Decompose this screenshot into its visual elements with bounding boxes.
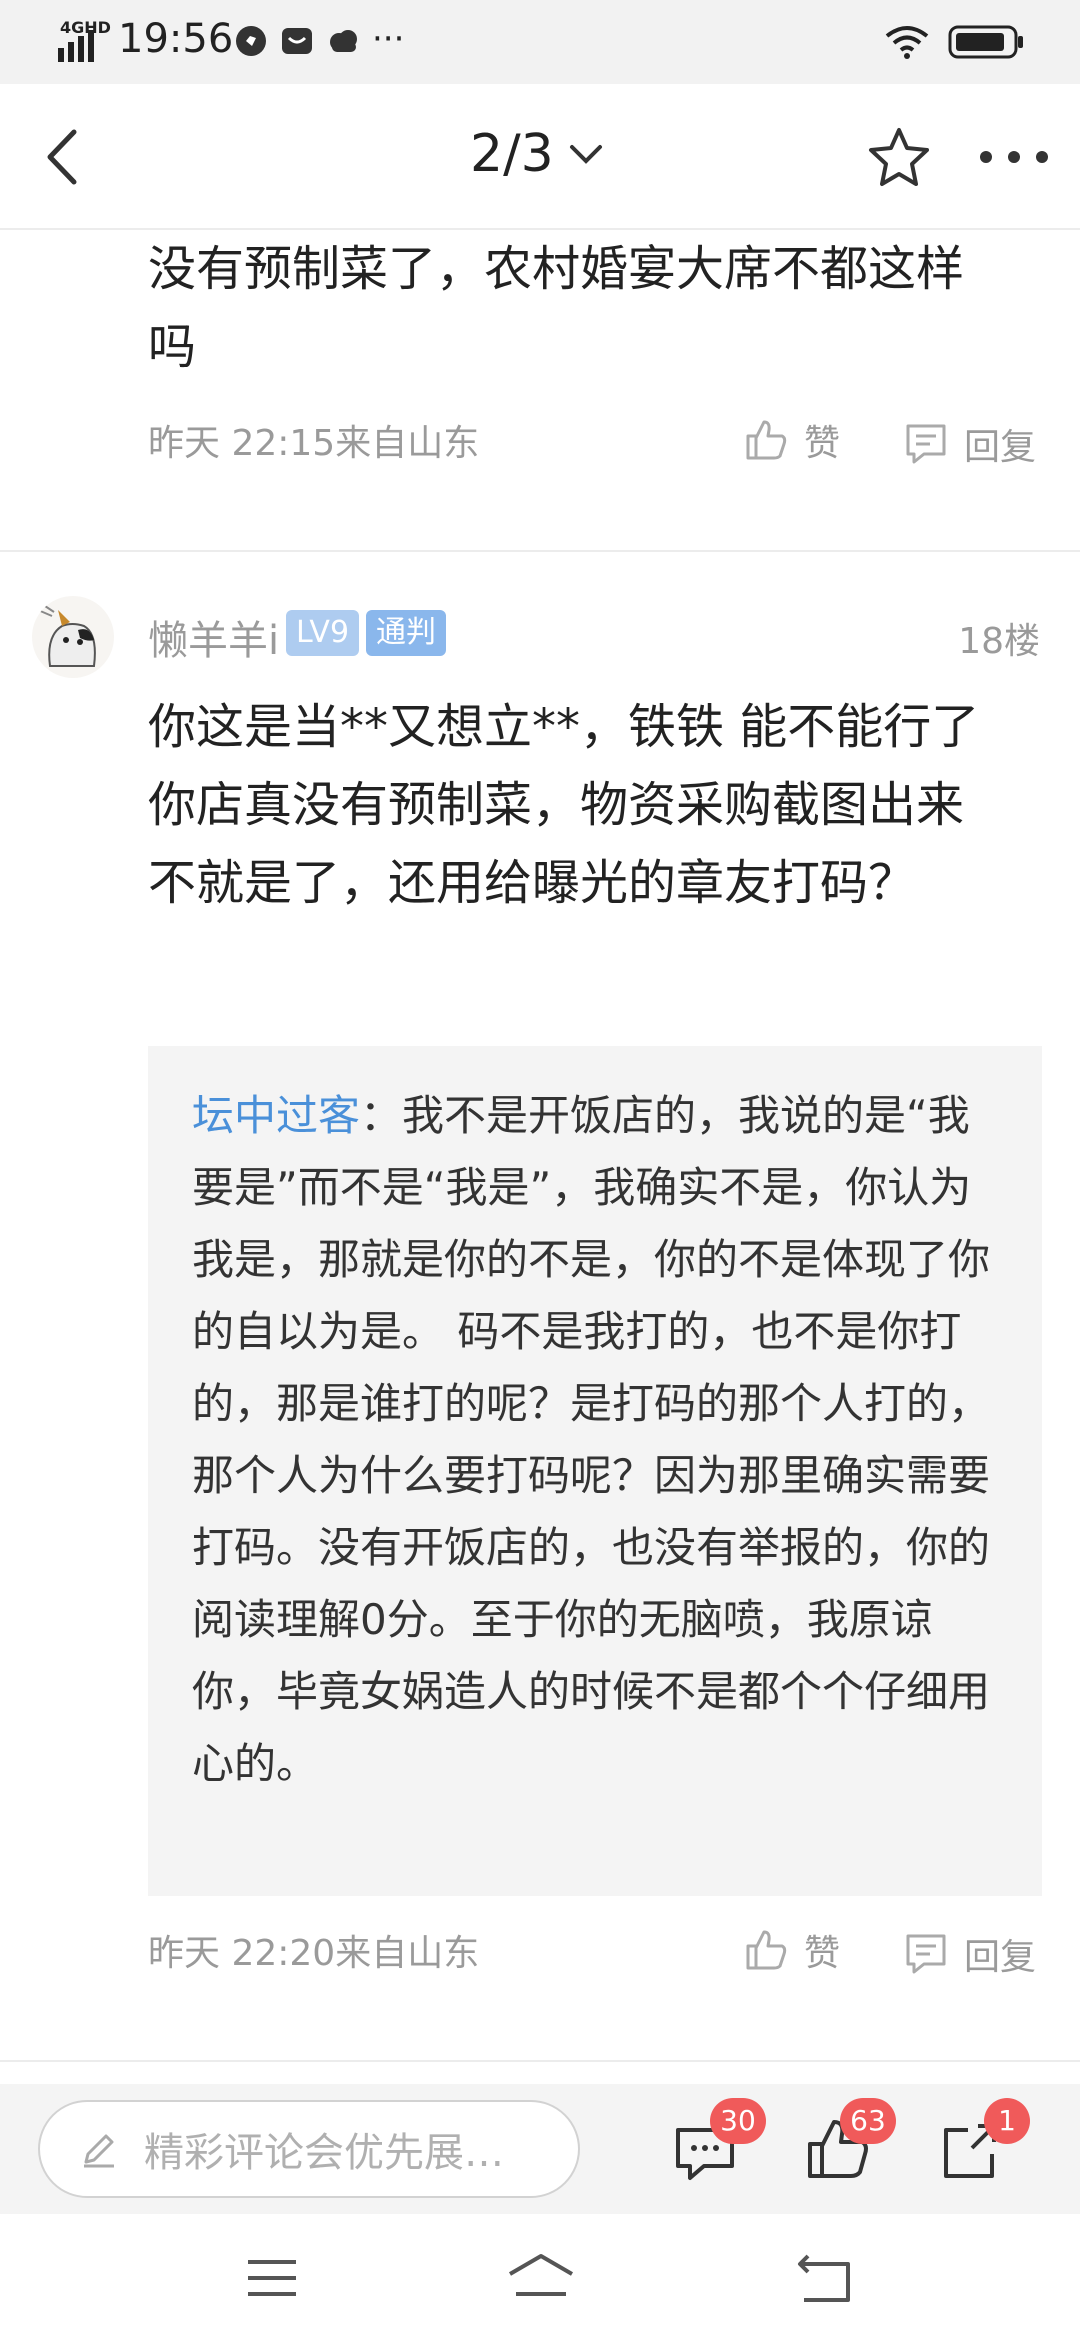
like-label: 赞: [804, 423, 841, 464]
home-icon[interactable]: [506, 2248, 576, 2308]
pencil-icon: [84, 2134, 114, 2168]
quote-body: 我不是开饭店的，我说的是“我要是”而不是“我是”，我确实不是，你认为我是，那就是…: [192, 1091, 991, 1788]
like-label: 赞: [804, 1933, 841, 1974]
avatar[interactable]: [32, 596, 114, 678]
top-nav-bar: 2/3: [0, 84, 1080, 230]
quoted-reply-text: 坛中过客：我不是开饭店的，我说的是“我要是”而不是“我是”，我确实不是，你认为我…: [192, 1080, 1002, 1800]
comment-meta: 昨天 22:15来自山东: [148, 423, 480, 464]
back-nav-icon[interactable]: [794, 2248, 854, 2308]
shares-count-badge: 1: [984, 2098, 1030, 2144]
likes-count-badge: 63: [840, 2098, 896, 2144]
mail-notification-icon: [280, 24, 314, 58]
comment-divider: [0, 550, 1080, 552]
star-icon[interactable]: [866, 124, 932, 190]
reply-button[interactable]: 回复: [902, 418, 1036, 470]
like-button[interactable]: 赞: [742, 1924, 840, 1976]
system-nav-bar: [0, 2214, 1080, 2340]
chevron-down-icon: [569, 145, 602, 164]
quoted-author[interactable]: 坛中过客: [192, 1091, 360, 1140]
comment-input[interactable]: 精彩评论会优先展…: [38, 2100, 580, 2198]
comments-count-badge: 30: [710, 2098, 766, 2144]
status-bar: 4GHD 19:56 ···: [0, 0, 1080, 84]
level-badge: LV9: [286, 610, 360, 656]
reply-label: 回复: [964, 427, 1037, 468]
comment-meta: 昨天 22:20来自山东: [148, 1933, 480, 1974]
comment-divider: [0, 2060, 1080, 2062]
thumbs-up-icon: [746, 1930, 787, 1970]
input-placeholder: 精彩评论会优先展…: [144, 2130, 504, 2176]
more-notifications: ···: [372, 19, 405, 59]
comments-button[interactable]: 30: [672, 2098, 766, 2184]
comment-text: 没有预制菜了，农村婚宴大席不都这样吗: [148, 241, 965, 375]
status-right: [884, 24, 1024, 60]
quote-separator: ：: [360, 1091, 403, 1140]
page-switcher[interactable]: 2/3: [470, 124, 606, 184]
quoted-reply: 坛中过客：我不是开饭店的，我说的是“我要是”而不是“我是”，我确实不是，你认为我…: [148, 1046, 1042, 1896]
thumbs-up-icon: [746, 420, 787, 460]
reply-label: 回复: [964, 1937, 1037, 1978]
notification-icons: ···: [234, 19, 405, 59]
floor-number: 18楼: [958, 621, 1040, 662]
more-icon[interactable]: [976, 144, 1052, 170]
username[interactable]: 懒羊羊i: [148, 608, 279, 666]
battery-icon: [948, 25, 1023, 59]
wifi-icon: [885, 26, 929, 59]
comment-text: 你这是当**又想立**，铁铁 能不能行了 你店真没有预制菜，物资采购截图出来不就…: [148, 699, 980, 911]
menu-icon[interactable]: [242, 2248, 302, 2308]
reply-icon: [906, 1934, 946, 1974]
clock: 19:56: [118, 16, 234, 62]
comment-input-bar: 精彩评论会优先展… 30 63 1: [0, 2084, 1080, 2214]
reply-icon: [906, 424, 946, 464]
page-indicator: 2/3: [470, 124, 554, 184]
role-badge: 通判: [366, 610, 446, 656]
like-post-button[interactable]: 63: [804, 2098, 896, 2184]
cat-avatar-icon: [32, 596, 114, 678]
app-notification-icon: [234, 24, 268, 58]
cloud-notification-icon: [326, 24, 360, 58]
reply-button[interactable]: 回复: [902, 1928, 1036, 1980]
signal-icon: [58, 30, 94, 62]
back-icon[interactable]: [30, 122, 100, 192]
like-button[interactable]: 赞: [742, 414, 840, 466]
share-button[interactable]: 1: [938, 2098, 1030, 2184]
